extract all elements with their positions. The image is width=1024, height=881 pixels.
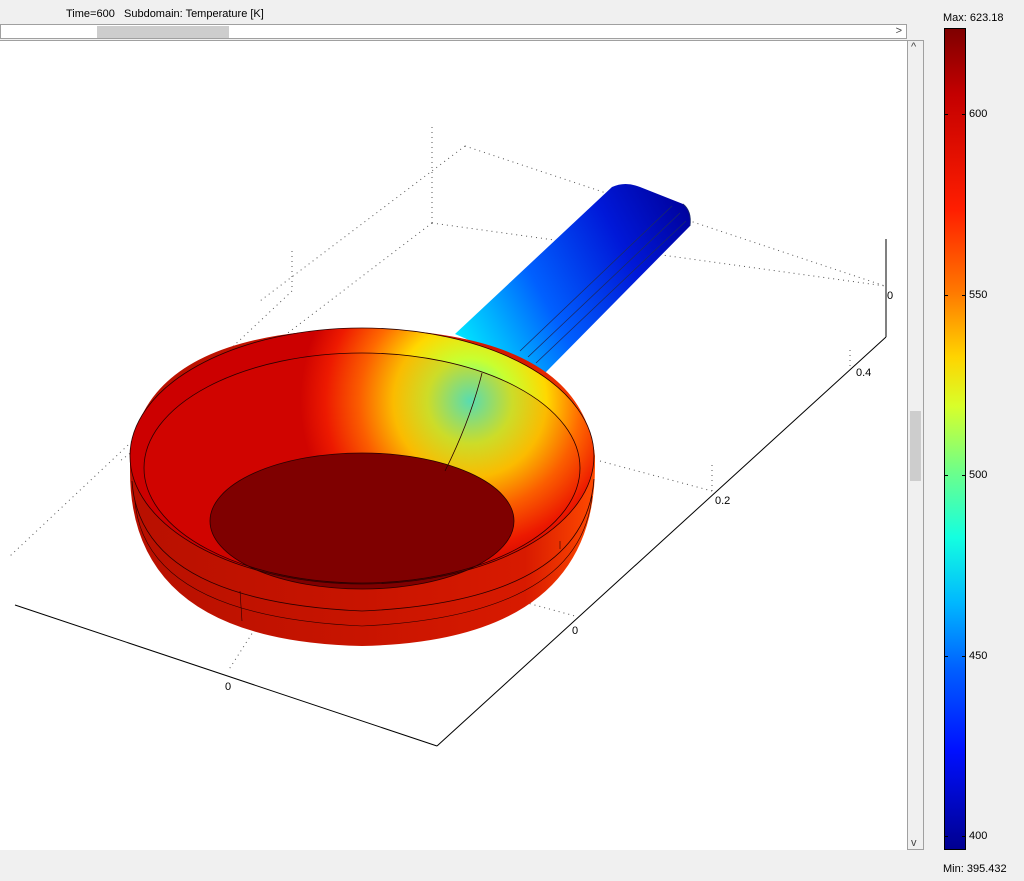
y-axis-tick-label: 0.2 [715, 495, 730, 507]
colorbar-min-label: Min: 395.432 [943, 863, 1007, 875]
colorbar-tick [944, 114, 966, 115]
scroll-down-arrow-icon[interactable]: v [911, 837, 917, 849]
pan-handle [455, 184, 691, 373]
colorbar-tick-label: 450 [969, 650, 988, 662]
bottom-bar [0, 850, 935, 881]
y-axis-tick-label: 0 [572, 625, 578, 637]
time-label: Time=600 [66, 8, 115, 20]
scroll-right-arrow-icon[interactable]: > [896, 25, 902, 37]
colorbar-tick-label: 500 [969, 469, 988, 481]
horizontal-scroll-thumb[interactable] [97, 26, 229, 38]
plot-title-bar: Time=600 Subdomain: Temperature [K] [0, 0, 935, 24]
colorbar-tick [944, 475, 966, 476]
scroll-up-arrow-icon[interactable]: ^ [911, 41, 916, 53]
temperature-colorbar [944, 28, 966, 850]
colorbar-max-label: Max: 623.18 [943, 12, 1004, 24]
colorbar-tick [944, 295, 966, 296]
x-axis-tick-label: 0 [225, 681, 231, 693]
subdomain-label: Subdomain: Temperature [K] [124, 8, 264, 20]
colorbar-tick-label: 550 [969, 289, 988, 301]
vertical-scrollbar[interactable]: ^ v [907, 40, 924, 850]
colorbar-tick-label: 400 [969, 830, 988, 842]
pan-body [129, 327, 595, 646]
colorbar-tick-label: 600 [969, 108, 988, 120]
3d-plot-viewport[interactable]: 0 0 0.2 0.4 0 [0, 40, 907, 850]
z-axis-tick-label: 0 [887, 290, 893, 302]
y-axis-tick-label: 0.4 [856, 367, 871, 379]
horizontal-scrollbar[interactable]: > [0, 24, 907, 39]
colorbar-tick [944, 656, 966, 657]
vertical-scroll-thumb[interactable] [910, 411, 921, 481]
colorbar-tick [944, 836, 966, 837]
pan-temperature-plot: 0 0 0.2 0.4 0 [9, 127, 893, 747]
